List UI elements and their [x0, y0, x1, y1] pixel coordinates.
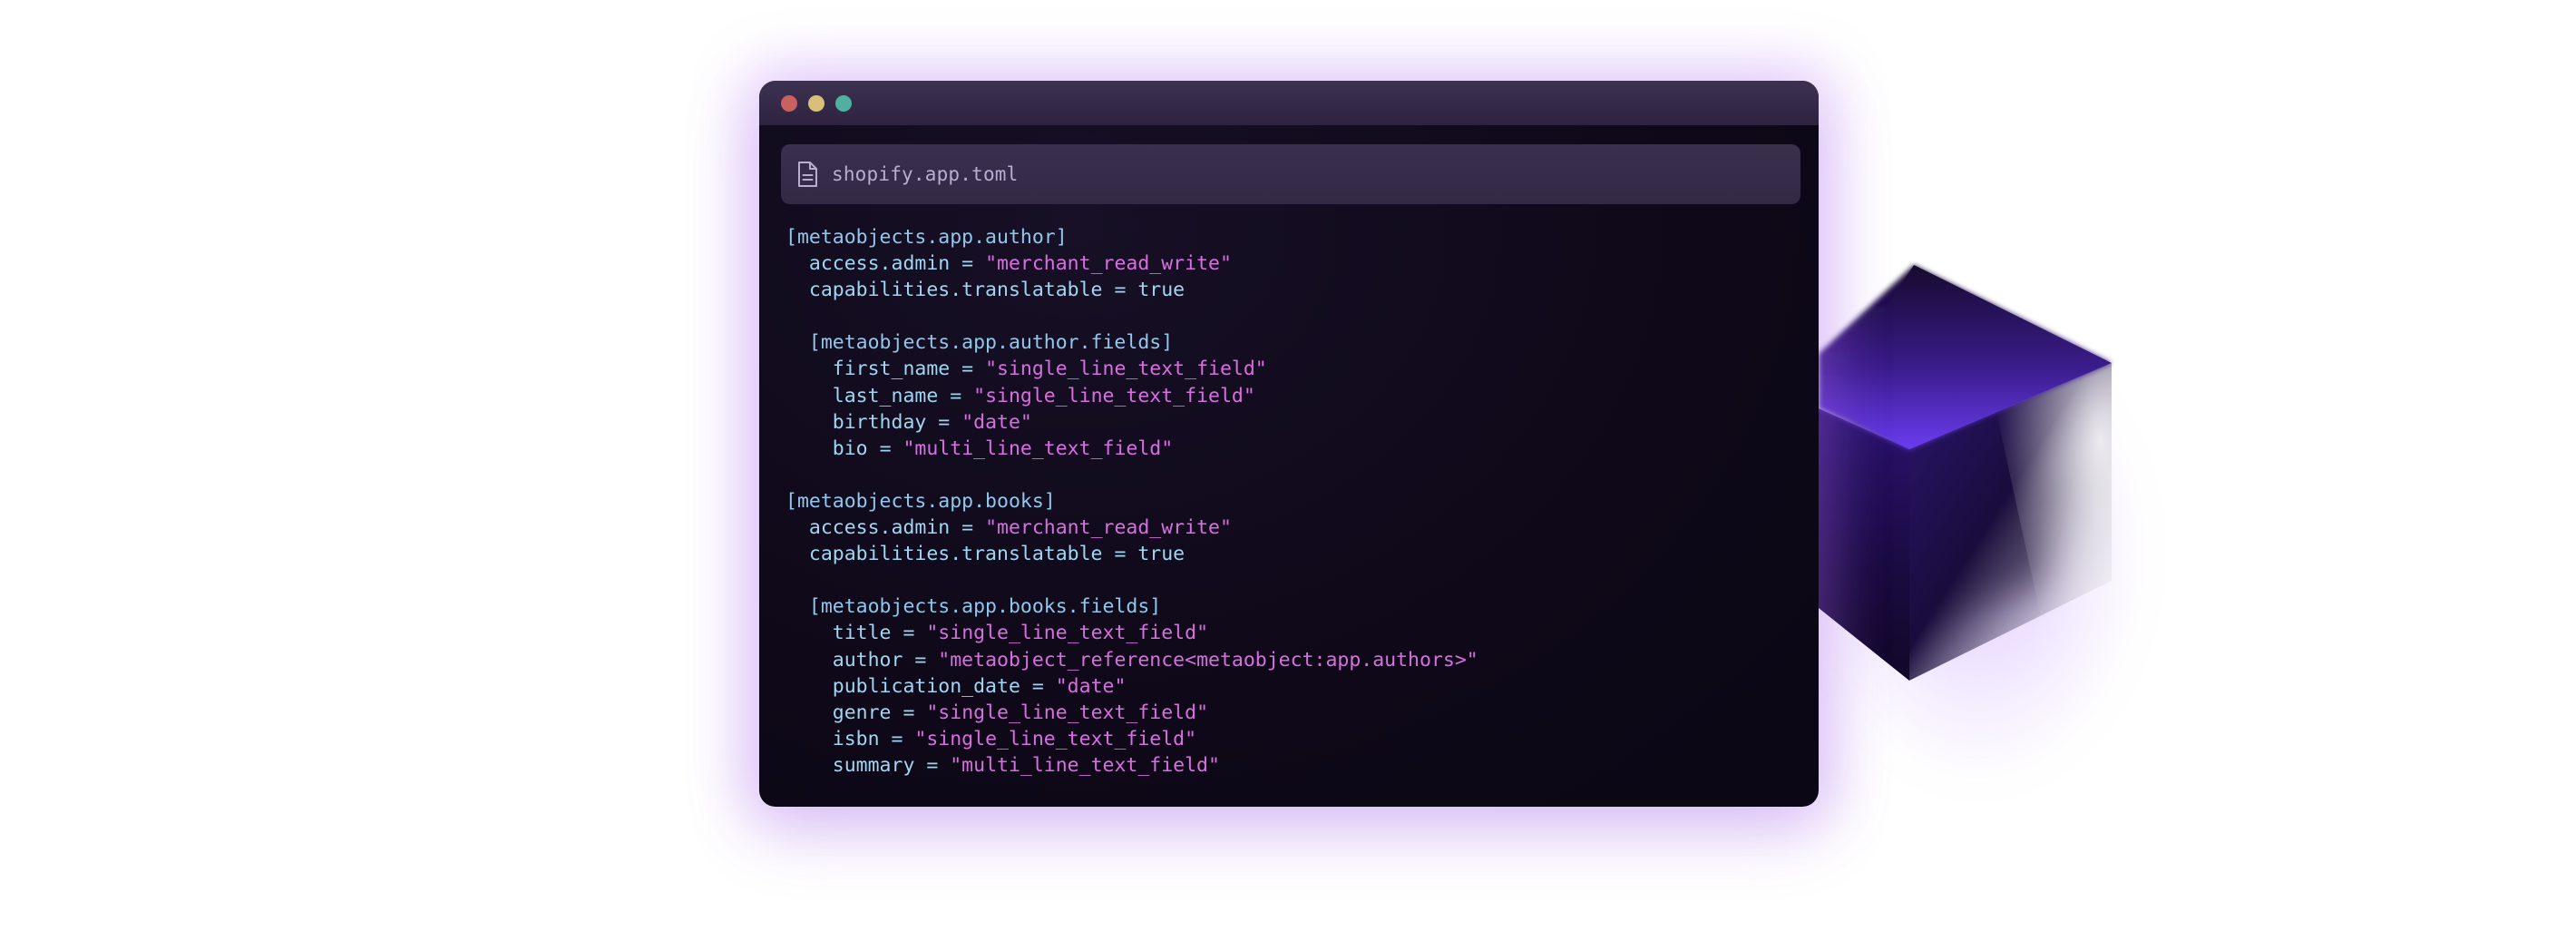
code-string-value: "multi_line_text_field" [950, 753, 1220, 777]
code-key: capabilities.translatable [808, 543, 1103, 566]
code-line: access.admin = "merchant_read_write" [785, 250, 1478, 277]
code-operator: = [950, 516, 986, 540]
code-string-value: "single_line_text_field" [973, 384, 1255, 407]
code-operator: = [1102, 279, 1138, 302]
code-operator: = [891, 622, 927, 645]
code-operator: = [867, 436, 903, 460]
code-key: access.admin [808, 252, 951, 276]
code-table-name: [metaobjects.app.books] [785, 489, 1056, 513]
file-document-icon [795, 160, 819, 189]
code-boolean-value: true [1137, 543, 1186, 566]
code-string-value: "single_line_text_field" [926, 701, 1209, 724]
code-line: access.admin = "merchant_read_write" [785, 515, 1478, 541]
file-tab[interactable]: shopify.app.toml [781, 144, 1800, 204]
code-section-header: [metaobjects.app.books.fields] [785, 593, 1478, 620]
cube-decoration [1769, 245, 2186, 789]
code-operator: = [914, 753, 951, 777]
code-line: isbn = "single_line_text_field" [785, 726, 1478, 752]
cube-icon [1819, 265, 2112, 681]
code-operator: = [1020, 674, 1056, 698]
code-string-value: "single_line_text_field" [985, 358, 1267, 381]
code-string-value: "merchant_read_write" [985, 252, 1232, 276]
minimize-window-button[interactable] [808, 95, 825, 112]
code-section-header: [metaobjects.app.author.fields] [785, 329, 1478, 356]
code-operator: = [903, 648, 939, 672]
code-line: title = "single_line_text_field" [785, 620, 1478, 646]
code-line: last_name = "single_line_text_field" [785, 383, 1478, 409]
code-line: capabilities.translatable = true [785, 277, 1478, 303]
code-key: last_name [832, 384, 939, 407]
code-key: birthday [832, 410, 927, 434]
code-key: access.admin [808, 516, 951, 540]
code-section-header: [metaobjects.app.books] [785, 488, 1478, 515]
code-operator: = [891, 701, 927, 724]
code-key: summary [832, 753, 915, 777]
code-line: publication_date = "date" [785, 673, 1478, 700]
code-key: isbn [832, 727, 880, 750]
code-table-name: [metaobjects.app.author] [785, 226, 1068, 249]
code-key: bio [832, 436, 868, 460]
code-line: author = "metaobject_reference<metaobjec… [785, 647, 1478, 673]
code-key: first_name [832, 358, 951, 381]
code-line: summary = "multi_line_text_field" [785, 752, 1478, 779]
code-table-name: [metaobjects.app.author.fields] [808, 331, 1174, 355]
code-string-value: "date" [1055, 674, 1127, 698]
code-string-value: "single_line_text_field" [926, 622, 1209, 645]
code-line: birthday = "date" [785, 409, 1478, 436]
code-string-value: "single_line_text_field" [914, 727, 1197, 750]
code-key: capabilities.translatable [808, 279, 1103, 302]
code-operator: = [950, 358, 986, 381]
code-window: shopify.app.toml [metaobjects.app.author… [759, 81, 1819, 807]
code-line: bio = "multi_line_text_field" [785, 436, 1478, 462]
code-operator: = [879, 727, 915, 750]
code-boolean-value: true [1137, 279, 1186, 302]
code-operator: = [926, 410, 962, 434]
code-string-value: "merchant_read_write" [985, 516, 1232, 540]
code-line: capabilities.translatable = true [785, 541, 1478, 567]
code-operator: = [938, 384, 974, 407]
window-titlebar [759, 81, 1819, 125]
file-name: shopify.app.toml [832, 163, 1019, 185]
code-line: first_name = "single_line_text_field" [785, 356, 1478, 382]
code-operator: = [950, 252, 986, 276]
code-key: author [832, 648, 903, 672]
code-key: publication_date [832, 674, 1020, 698]
code-editor[interactable]: [metaobjects.app.author] access.admin = … [785, 224, 1478, 779]
code-operator: = [1102, 543, 1138, 566]
code-key: title [832, 622, 892, 645]
code-key: genre [832, 701, 892, 724]
code-section-header: [metaobjects.app.author] [785, 224, 1478, 250]
code-string-value: "multi_line_text_field" [903, 436, 1174, 460]
code-line: genre = "single_line_text_field" [785, 700, 1478, 726]
code-string-value: "date" [961, 410, 1032, 434]
close-window-button[interactable] [781, 95, 797, 112]
code-table-name: [metaobjects.app.books.fields] [808, 595, 1162, 619]
zoom-window-button[interactable] [835, 95, 852, 112]
code-string-value: "metaobject_reference<metaobject:app.aut… [938, 648, 1478, 672]
